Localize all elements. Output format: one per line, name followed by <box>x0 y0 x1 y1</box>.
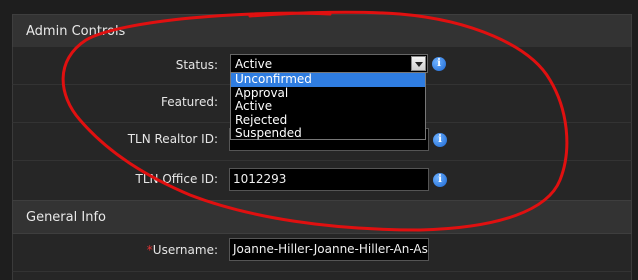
page: Admin Controls Status: Active i Featured… <box>0 0 638 280</box>
annotation-circle <box>61 10 569 232</box>
annotation-stroke <box>61 10 569 232</box>
